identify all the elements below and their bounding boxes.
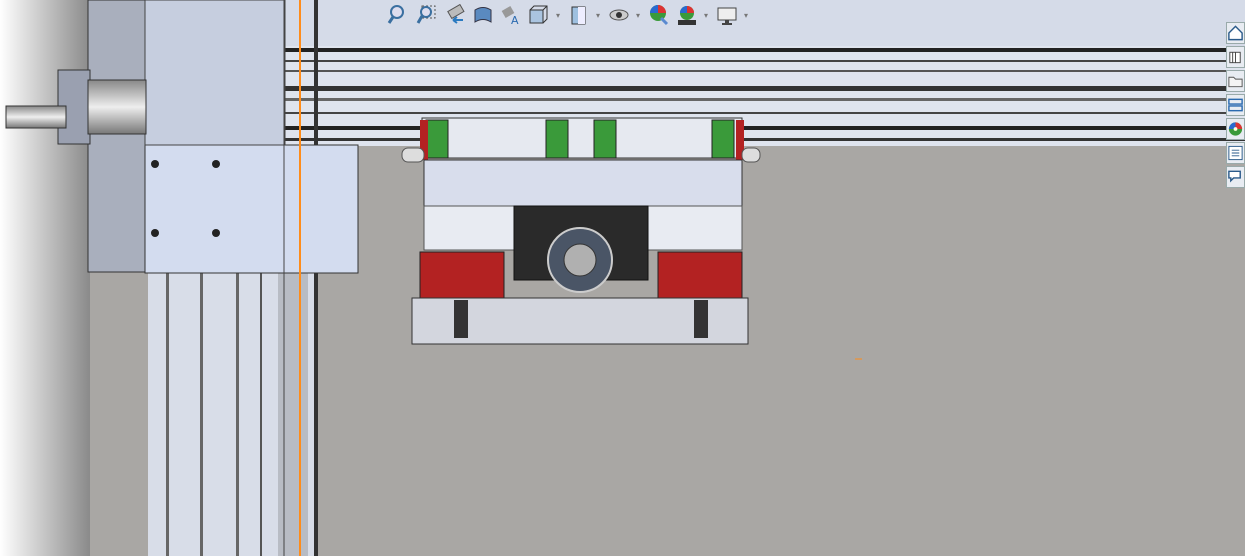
task-pane-tab-home[interactable]	[1226, 22, 1245, 44]
chevron-down-icon[interactable]: ▾	[554, 11, 562, 20]
task-pane-tab-custom-properties[interactable]	[1226, 142, 1245, 164]
appearances-scenes-icon	[1228, 122, 1243, 136]
forum-icon	[1228, 170, 1241, 183]
view-settings-icon	[717, 7, 737, 25]
task-pane-tab-view-palette[interactable]	[1226, 94, 1245, 116]
svg-text:A: A	[511, 14, 519, 26]
view-orientation-icon	[529, 5, 548, 24]
task-pane-tab-design-library[interactable]	[1226, 46, 1245, 68]
previous-view-button[interactable]	[442, 4, 466, 26]
task-pane-tab-forum[interactable]	[1226, 166, 1245, 188]
chevron-down-icon[interactable]: ▾	[742, 11, 750, 20]
dynamic-annotation-views-button[interactable]: A	[498, 4, 522, 26]
dynamic-annotation-views-icon: A	[501, 6, 519, 26]
section-view-button[interactable]	[470, 4, 494, 26]
heads-up-view-toolbar: A ▾ ▾ ▾ ▾ ▾	[386, 3, 750, 27]
task-pane-tabs	[1226, 22, 1245, 190]
zoom-to-fit-button[interactable]	[386, 4, 410, 26]
view-palette-icon	[1228, 98, 1243, 112]
home-icon	[1228, 25, 1243, 41]
carriage-assembly	[401, 117, 761, 345]
chevron-down-icon[interactable]: ▾	[702, 11, 710, 20]
task-pane-tab-file-explorer[interactable]	[1226, 70, 1245, 92]
design-library-icon	[1229, 51, 1241, 64]
apply-scene-button[interactable]	[674, 4, 698, 26]
zoom-to-area-icon	[416, 5, 436, 24]
display-style-icon	[571, 6, 586, 25]
task-pane-tab-appearances-scenes[interactable]	[1226, 118, 1245, 140]
chevron-down-icon[interactable]: ▾	[594, 11, 602, 20]
display-style-button[interactable]	[566, 4, 590, 26]
cad-viewport[interactable]	[0, 0, 1245, 556]
section-view-icon	[474, 7, 492, 23]
edit-appearance-icon	[650, 5, 669, 26]
apply-scene-icon	[678, 6, 696, 25]
hide-show-items-button[interactable]	[606, 4, 630, 26]
zoom-to-area-button[interactable]	[414, 4, 438, 26]
edit-appearance-button[interactable]	[646, 4, 670, 26]
previous-view-icon	[447, 4, 465, 24]
zoom-to-fit-icon	[387, 5, 404, 24]
view-orientation-button[interactable]	[526, 4, 550, 26]
hide-show-items-icon	[609, 9, 629, 21]
custom-properties-icon	[1228, 145, 1243, 161]
file-explorer-icon	[1228, 76, 1243, 88]
view-settings-button[interactable]	[714, 4, 738, 26]
chevron-down-icon[interactable]: ▾	[634, 11, 642, 20]
